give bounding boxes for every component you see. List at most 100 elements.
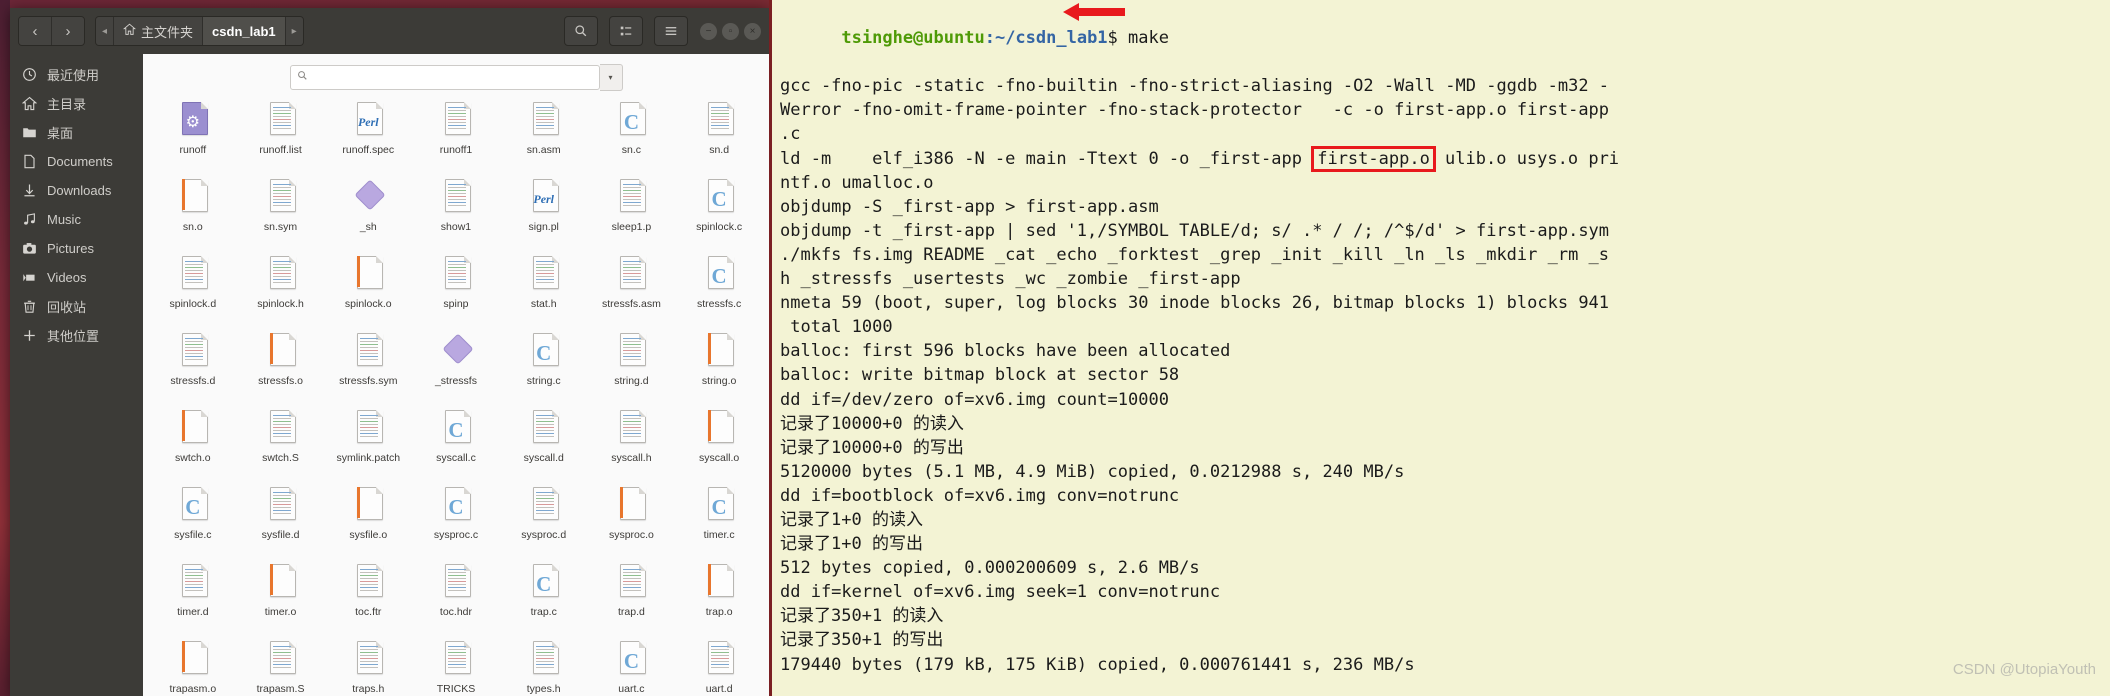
sidebar-item-其他位置[interactable]: 其他位置	[10, 321, 143, 350]
file-item[interactable]: string.o	[675, 329, 763, 406]
file-item[interactable]: Cspinlock.c	[675, 175, 763, 252]
file-item[interactable]: Csysproc.c	[412, 483, 500, 560]
hamburger-menu-icon[interactable]	[654, 16, 688, 46]
file-icon: C	[527, 332, 561, 374]
file-item[interactable]: Perl sign.pl	[500, 175, 588, 252]
file-icon	[527, 101, 561, 143]
file-item[interactable]: trapasm.o	[149, 637, 237, 696]
file-item[interactable]: TRICKS	[412, 637, 500, 696]
file-item[interactable]: toc.hdr	[412, 560, 500, 637]
file-item[interactable]: types.h	[500, 637, 588, 696]
file-item[interactable]: timer.d	[149, 560, 237, 637]
file-item[interactable]: Cuart.c	[588, 637, 676, 696]
file-item[interactable]: symlink.patch	[324, 406, 412, 483]
file-item[interactable]: spinlock.o	[324, 252, 412, 329]
breadcrumb-home[interactable]: 主文件夹	[114, 17, 204, 45]
file-item[interactable]: stressfs.o	[237, 329, 325, 406]
back-button[interactable]: ‹	[19, 17, 52, 45]
file-item[interactable]: string.d	[588, 329, 676, 406]
breadcrumb-current[interactable]: csdn_lab1	[203, 17, 286, 45]
file-item[interactable]: spinp	[412, 252, 500, 329]
sidebar-item-videos[interactable]: Videos	[10, 263, 143, 292]
minimize-button[interactable]: −	[700, 22, 717, 40]
sidebar-item-documents[interactable]: Documents	[10, 147, 143, 176]
file-item[interactable]: sn.sym	[237, 175, 325, 252]
file-item[interactable]: stressfs.sym	[324, 329, 412, 406]
forward-button[interactable]: ›	[52, 17, 84, 45]
file-icon: C	[702, 178, 736, 220]
file-item[interactable]: Cstressfs.c	[675, 252, 763, 329]
close-button[interactable]: ×	[744, 22, 761, 40]
sidebar-item-downloads[interactable]: Downloads	[10, 176, 143, 205]
sidebar-item-pictures[interactable]: Pictures	[10, 234, 143, 263]
file-item[interactable]: toc.ftr	[324, 560, 412, 637]
file-item[interactable]: Csyscall.c	[412, 406, 500, 483]
file-item[interactable]: syscall.o	[675, 406, 763, 483]
file-item[interactable]: sn.d	[675, 98, 763, 175]
file-item[interactable]: sn.o	[149, 175, 237, 252]
file-item[interactable]: syscall.h	[588, 406, 676, 483]
breadcrumb-scroll-left[interactable]: ◂	[96, 17, 115, 45]
search-dropdown-icon[interactable]: ▾	[599, 63, 623, 91]
file-item[interactable]: Perl runoff.spec	[324, 98, 412, 175]
file-item[interactable]: Cstring.c	[500, 329, 588, 406]
file-icon	[439, 101, 473, 143]
file-icon: ⚙	[176, 101, 210, 143]
file-item[interactable]: Ctimer.c	[675, 483, 763, 560]
file-item[interactable]: trap.o	[675, 560, 763, 637]
sidebar-item-最近使用[interactable]: 最近使用	[10, 60, 143, 89]
file-item[interactable]: stat.h	[500, 252, 588, 329]
file-item[interactable]: spinlock.d	[149, 252, 237, 329]
view-toggle-icon[interactable]	[609, 16, 643, 46]
file-icon: C	[439, 486, 473, 528]
file-item[interactable]: trap.d	[588, 560, 676, 637]
document-icon	[21, 154, 37, 170]
file-item[interactable]: sn.asm	[500, 98, 588, 175]
file-name: symlink.patch	[336, 453, 401, 464]
search-input[interactable]	[289, 64, 600, 90]
clock-icon	[21, 67, 37, 83]
sidebar-item-回收站[interactable]: 回收站	[10, 292, 143, 321]
file-item[interactable]: _sh	[324, 175, 412, 252]
file-item[interactable]: traps.h	[324, 637, 412, 696]
maximize-button[interactable]: ▫	[722, 22, 739, 40]
unity-launcher[interactable]	[0, 0, 10, 696]
file-icon	[351, 563, 385, 605]
file-item[interactable]: Ctrap.c	[500, 560, 588, 637]
file-icon	[439, 332, 474, 374]
file-icon: Perl	[527, 178, 561, 220]
sidebar-item-主目录[interactable]: 主目录	[10, 89, 143, 118]
file-item[interactable]: syscall.d	[500, 406, 588, 483]
file-item[interactable]: Csysfile.c	[149, 483, 237, 560]
file-item[interactable]: swtch.S	[237, 406, 325, 483]
file-item[interactable]: sleep1.p	[588, 175, 676, 252]
file-item[interactable]: runoff.list	[237, 98, 325, 175]
file-item[interactable]: sysproc.d	[500, 483, 588, 560]
search-icon[interactable]	[564, 16, 598, 46]
file-item[interactable]: swtch.o	[149, 406, 237, 483]
sidebar-item-桌面[interactable]: 桌面	[10, 118, 143, 147]
terminal-line: objdump -t _first-app | sed '1,/SYMBOL T…	[780, 220, 1610, 241]
breadcrumb-scroll-right[interactable]: ▸	[285, 17, 303, 45]
file-icon	[702, 101, 736, 143]
terminal-window[interactable]: tsinghe@ubuntu:~/csdn_lab1$ make gcc -fn…	[769, 0, 2110, 696]
file-item[interactable]: trapasm.S	[237, 637, 325, 696]
file-icon	[439, 255, 473, 297]
file-item[interactable]: uart.d	[675, 637, 763, 696]
file-item[interactable]: ⚙ runoff	[149, 98, 237, 175]
file-item[interactable]: sysfile.o	[324, 483, 412, 560]
file-item[interactable]: spinlock.h	[237, 252, 325, 329]
sidebar-item-music[interactable]: Music	[10, 205, 143, 234]
file-icon	[264, 640, 298, 682]
file-name: runoff.list	[259, 145, 302, 156]
file-item[interactable]: Csn.c	[588, 98, 676, 175]
file-item[interactable]: stressfs.asm	[588, 252, 676, 329]
prompt-user: tsinghe@ubuntu	[841, 28, 985, 49]
file-item[interactable]: _stressfs	[412, 329, 500, 406]
file-item[interactable]: timer.o	[237, 560, 325, 637]
file-item[interactable]: show1	[412, 175, 500, 252]
file-item[interactable]: sysfile.d	[237, 483, 325, 560]
file-item[interactable]: sysproc.o	[588, 483, 676, 560]
file-item[interactable]: runoff1	[412, 98, 500, 175]
file-item[interactable]: stressfs.d	[149, 329, 237, 406]
